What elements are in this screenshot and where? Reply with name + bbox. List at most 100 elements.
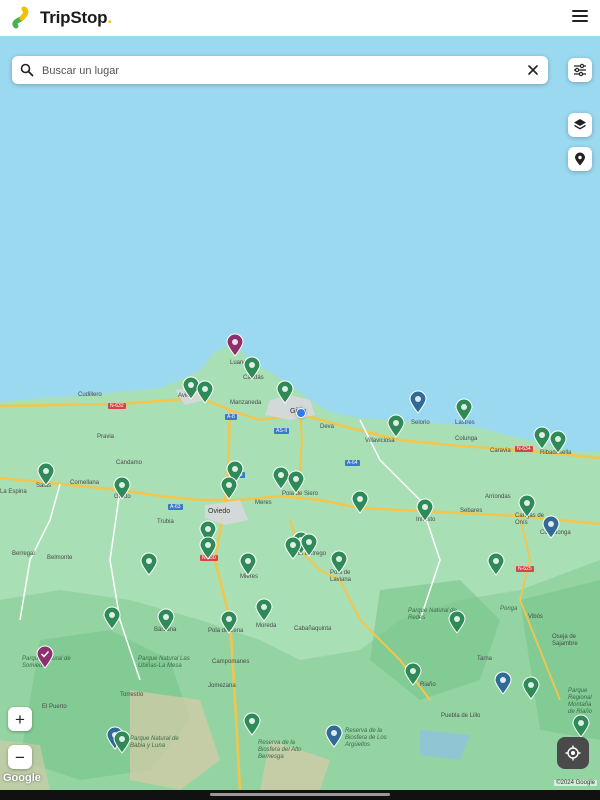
place-selorio: Selorio xyxy=(411,420,430,426)
place-babia: Parque Natural de Babia y Luna xyxy=(130,736,179,749)
place-riano: Riaño xyxy=(420,682,436,688)
place-cudillero: Cudillero xyxy=(78,392,102,398)
map-pin-green-icon[interactable] xyxy=(157,608,175,632)
place-bernesga: Reserva de la Biosfera del Alto Bernesga xyxy=(258,740,302,760)
place-trubia: Trubia xyxy=(157,519,174,525)
place-jomezana: Jomezana xyxy=(208,683,236,689)
place-moreda: Moreda xyxy=(256,623,277,629)
map-pin-green-icon[interactable] xyxy=(404,662,422,686)
place-oviedo: Oviedo xyxy=(208,508,231,515)
map-pin-green-icon[interactable] xyxy=(330,550,348,574)
place-arriondas: Arriondas xyxy=(485,494,511,500)
map-pin-green-icon[interactable] xyxy=(448,610,466,634)
map-pin-green-icon[interactable] xyxy=(255,598,273,622)
place-candamo: Candamo xyxy=(116,460,143,466)
place-caravia: Caravia xyxy=(490,448,511,454)
map-pin-green-icon[interactable] xyxy=(113,730,131,754)
system-navigation-bar xyxy=(0,790,600,800)
place-arguellos: Reserva de la Biosfera de Los Argüellos xyxy=(345,728,387,748)
map-pin-blue-icon[interactable] xyxy=(325,724,343,748)
current-location-dot xyxy=(296,408,306,418)
place-oseja: Oseja de Sajambre xyxy=(552,634,578,647)
tripstop-logo-icon xyxy=(12,6,29,29)
place-ubinas: Parque Natural Las Ubiñas-La Mesa xyxy=(138,656,190,669)
map-pin-blue-icon[interactable] xyxy=(542,515,560,539)
map-pin-green-icon[interactable] xyxy=(276,380,294,404)
road-badge-as2: AS-II xyxy=(274,428,290,434)
place-villaviciosa: Villaviciosa xyxy=(365,438,395,444)
map-pin-green-icon[interactable] xyxy=(196,380,214,404)
place-meres: Meres xyxy=(255,500,272,506)
sliders-icon xyxy=(574,63,586,77)
map-canvas[interactable]: Cudillero Pravia Luanco Candás Avilés Ma… xyxy=(0,36,600,790)
place-sebares: Sebares xyxy=(460,508,483,514)
map-pin-green-icon[interactable] xyxy=(351,490,369,514)
place-campomanes: Campomanes xyxy=(212,659,250,665)
road-badge-n634: N-634 xyxy=(515,446,533,452)
map-pin-green-icon[interactable] xyxy=(518,494,536,518)
place-colunga: Colunga xyxy=(455,436,478,442)
place-vibo: Vibós xyxy=(528,614,543,620)
place-montana: Parque Regional Montaña de Riaño xyxy=(568,688,593,715)
map-pin-blue-icon[interactable] xyxy=(409,390,427,414)
map-pin-green-icon[interactable] xyxy=(387,414,405,438)
map-pin-green-icon[interactable] xyxy=(243,712,261,736)
place-deva: Deva xyxy=(320,424,335,430)
road-badge-a63: A-63 xyxy=(168,504,183,510)
map-pin-green-icon[interactable] xyxy=(243,356,261,380)
map-pin-green-icon[interactable] xyxy=(113,476,131,500)
map-pin-green-icon[interactable] xyxy=(522,676,540,700)
map-pin-green-icon[interactable] xyxy=(199,536,217,560)
map-pin-blue-icon[interactable] xyxy=(494,671,512,695)
map-pin-green-icon[interactable] xyxy=(300,533,318,557)
map-pin-green-icon[interactable] xyxy=(220,476,238,500)
place-elpuerto: El Puerto xyxy=(42,704,67,710)
place-torrestio: Torrestío xyxy=(120,692,144,698)
app-header: TripStop. xyxy=(0,0,600,36)
layers-icon xyxy=(574,119,586,130)
layers-button[interactable] xyxy=(568,113,592,137)
map-pin-purple-icon[interactable] xyxy=(226,333,244,357)
google-logo: Google xyxy=(3,772,41,784)
map-pin-green-icon[interactable] xyxy=(37,462,55,486)
place-tarna: Tarna xyxy=(477,656,493,662)
zoom-out-button[interactable]: − xyxy=(8,745,32,769)
place-belmonte: Belmonte xyxy=(47,555,73,561)
map-pin-purple-icon[interactable] xyxy=(36,645,54,669)
map-pin-green-icon[interactable] xyxy=(140,552,158,576)
filters-button[interactable] xyxy=(568,58,592,82)
crosshair-icon xyxy=(565,745,581,761)
app-title: TripStop. xyxy=(40,8,112,27)
location-pin-icon xyxy=(575,152,585,166)
road-badge-n632: N-632 xyxy=(108,403,126,409)
place-laespina: La Espina xyxy=(0,489,27,495)
map-pin-green-icon[interactable] xyxy=(287,470,305,494)
map-copyright: ©2024 Google xyxy=(554,780,597,786)
road-badge-n625: N-625 xyxy=(516,566,534,572)
map-pin-green-icon[interactable] xyxy=(220,610,238,634)
place-berregal: Berregal xyxy=(12,551,35,557)
map-pin-green-icon[interactable] xyxy=(103,606,121,630)
place-cornellana: Cornellana xyxy=(70,480,100,486)
map-pin-green-icon[interactable] xyxy=(487,552,505,576)
zoom-in-button[interactable]: + xyxy=(8,707,32,731)
home-indicator[interactable] xyxy=(210,793,390,796)
map-pin-green-icon[interactable] xyxy=(239,552,257,576)
hamburger-menu-icon[interactable] xyxy=(572,10,588,24)
road-badge-a64: A-64 xyxy=(345,460,360,466)
my-location-button[interactable] xyxy=(557,737,589,769)
place-puebla: Puebla de Lillo xyxy=(441,713,481,719)
map-pin-green-icon[interactable] xyxy=(572,714,590,738)
place-pravia: Pravia xyxy=(97,434,115,440)
search-bar[interactable] xyxy=(12,56,548,84)
map-pin-green-icon[interactable] xyxy=(284,536,302,560)
close-icon[interactable] xyxy=(527,64,539,76)
place-cabanaquinta: Cabañaquinta xyxy=(294,626,332,632)
place-manzaneda: Manzaneda xyxy=(230,400,262,406)
map-pin-green-icon[interactable] xyxy=(416,498,434,522)
search-input[interactable] xyxy=(40,60,514,82)
map-pin-green-icon[interactable] xyxy=(549,430,567,454)
place-ponga: Ponga xyxy=(500,606,518,612)
map-pin-green-icon[interactable] xyxy=(455,398,473,422)
add-place-button[interactable] xyxy=(568,147,592,171)
